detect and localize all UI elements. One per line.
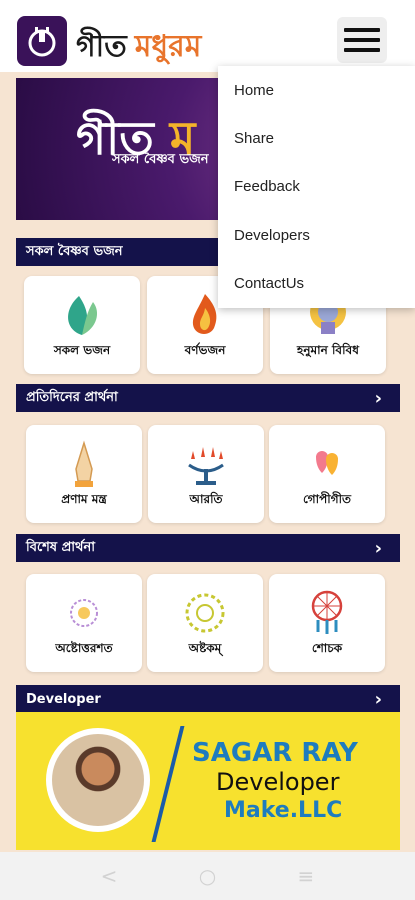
card-label: গোপীগীত — [302, 492, 352, 506]
sun-mandala-icon — [185, 593, 225, 633]
card-shochak[interactable]: শোচক — [269, 574, 385, 672]
section-header-special-prayer[interactable]: বিশেষ প্রার্থনা › — [16, 534, 400, 562]
menu-item-contactus[interactable]: ContactUs — [218, 260, 415, 308]
overflow-menu: Home Share Feedback Developers ContactUs — [218, 66, 415, 308]
app-logo — [17, 16, 67, 66]
card-label: হনুমান বিবিধ — [297, 343, 359, 357]
card-pranam-mantra[interactable]: প্রণাম মন্ত্র — [26, 425, 142, 523]
home-icon[interactable]: ○ — [199, 864, 216, 888]
app-title-part1: গীত — [76, 29, 127, 64]
developer-name: SAGAR RAY — [192, 738, 358, 768]
hamburger-line — [344, 38, 380, 42]
card-label: প্রণাম মন্ত্র — [61, 492, 107, 506]
section-title: সকল বৈষ্ণব ভজন — [26, 243, 123, 259]
card-label: আরতি — [189, 492, 223, 506]
hearts-icon — [316, 451, 338, 475]
app-header: গীত মধুরম — [0, 0, 415, 72]
card-label: শোচক — [311, 641, 343, 655]
hamburger-line — [344, 28, 380, 32]
section-header-developer[interactable]: Developer › — [16, 685, 400, 713]
system-navigation-bar: < ○ ≡ — [0, 852, 415, 900]
hamburger-line — [344, 48, 380, 52]
leaf-icon — [68, 296, 98, 335]
card-label: অষ্টকম্ — [188, 641, 222, 655]
card-label: অষ্টোত্তরশত — [55, 641, 113, 655]
menu-item-share[interactable]: Share — [218, 114, 415, 162]
menu-button[interactable] — [337, 17, 387, 63]
card-all-bhajans[interactable]: সকল ভজন — [24, 276, 140, 374]
menu-item-home[interactable]: Home — [218, 66, 415, 114]
developer-avatar — [46, 728, 150, 832]
logo-icon — [28, 27, 56, 57]
banner-subtitle: সকল বৈষ্ণব ভজন — [112, 152, 209, 167]
recents-icon[interactable]: ≡ — [298, 864, 315, 888]
chevron-right-icon[interactable]: › — [375, 689, 382, 710]
section-title: প্রতিদিনের প্রার্থনা — [26, 389, 118, 405]
dreamcatcher-icon — [311, 590, 343, 634]
card-label: সকল ভজন — [53, 343, 111, 357]
app-title: গীত মধুরম — [76, 22, 201, 73]
menu-item-developers[interactable]: Developers — [218, 211, 415, 259]
card-aarti[interactable]: আরতি — [148, 425, 264, 523]
developer-company: Make.LLC — [224, 798, 343, 823]
section-header-daily-prayer[interactable]: প্রতিদিনের প্রার্থনা › — [16, 384, 400, 412]
chevron-right-icon[interactable]: › — [375, 538, 382, 559]
section-title: বিশেষ প্রার্থনা — [26, 539, 95, 555]
chevron-right-icon[interactable]: › — [375, 388, 382, 409]
divider — [151, 726, 185, 842]
card-label: বর্ণভজন — [184, 343, 226, 357]
aarti-lamp-icon — [188, 447, 224, 485]
developer-photo — [52, 734, 144, 826]
developer-role: Developer — [216, 768, 340, 796]
back-icon[interactable]: < — [101, 864, 118, 888]
praying-hands-icon — [75, 440, 93, 487]
section-title: Developer — [26, 691, 101, 707]
card-ashtakam[interactable]: অষ্টকম্ — [147, 574, 263, 672]
card-gopi-geet[interactable]: গোপীগীত — [269, 425, 385, 523]
app-title-part2: মধুরম — [134, 29, 202, 64]
developer-banner[interactable]: SAGAR RAY Developer Make.LLC — [16, 712, 400, 850]
lotus-icon — [70, 599, 98, 627]
card-ashtottarashat[interactable]: অষ্টোত্তরশত — [26, 574, 142, 672]
menu-item-feedback[interactable]: Feedback — [218, 163, 415, 211]
